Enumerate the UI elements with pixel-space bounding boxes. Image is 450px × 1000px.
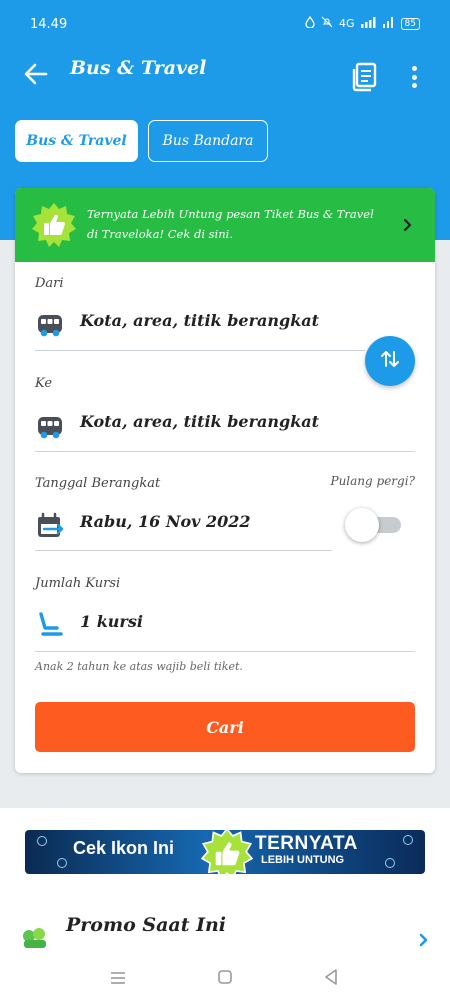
ad-decoration: [57, 858, 67, 868]
date-input[interactable]: Rabu, 16 Nov 2022: [80, 512, 251, 531]
drop-icon: [305, 15, 315, 31]
tab-bus-travel[interactable]: Bus & Travel: [15, 120, 138, 162]
more-vert-icon: [411, 66, 417, 71]
seats-label: Jumlah Kursi: [35, 576, 121, 591]
bus-icon: [35, 310, 65, 340]
back-button[interactable]: [22, 62, 50, 90]
battery-icon: 85: [400, 17, 420, 30]
chevron-right-icon: [401, 215, 415, 235]
status-time: 14.49: [30, 17, 68, 32]
status-icons: 4G 85: [305, 15, 420, 31]
return-trip-toggle[interactable]: [345, 508, 401, 542]
destination-divider: [35, 451, 415, 452]
date-label: Tanggal Berangkat: [35, 476, 161, 491]
calendar-icon: [35, 511, 65, 541]
ad-decoration: [37, 836, 47, 846]
ad-decoration: [403, 835, 413, 845]
search-button[interactable]: Cari: [35, 702, 415, 752]
mute-icon: [321, 16, 333, 31]
status-bar: 14.49 4G 85: [0, 0, 450, 40]
ad-right-text-line2: LEBIH UNTUNG: [261, 854, 345, 866]
ad-left-text: Cek Ikon Ini: [73, 838, 175, 858]
promo-icon: [20, 926, 50, 950]
date-divider: [35, 550, 332, 551]
origin-label: Dari: [35, 276, 64, 291]
child-ticket-note: Anak 2 tahun ke atas wajib beli tiket.: [35, 660, 243, 673]
search-card: Ternyata Lebih Untung pesan Tiket Bus & …: [15, 188, 435, 773]
signal-icon-2: [382, 16, 395, 31]
network-type-label: 4G: [339, 17, 355, 30]
my-bookings-button[interactable]: [352, 62, 380, 92]
promo-banner-text: Ternyata Lebih Untung pesan Tiket Bus & …: [87, 207, 374, 241]
triangle-back-icon: [323, 968, 339, 990]
tab-bus-bandara[interactable]: Bus Bandara: [148, 120, 268, 162]
menu-icon: [109, 970, 127, 989]
destination-input[interactable]: Kota, area, titik berangkat: [80, 412, 319, 431]
bookings-list-icon: [352, 62, 378, 96]
ad-right-text-line1: TERNYATA: [255, 833, 358, 854]
swap-icon: [379, 348, 401, 374]
promo-banner[interactable]: Ternyata Lebih Untung pesan Tiket Bus & …: [15, 188, 435, 262]
page-title: Bus & Travel: [70, 57, 207, 79]
square-icon: [217, 969, 233, 989]
toggle-thumb: [345, 508, 379, 542]
bottom-content: Cek Ikon Ini TERNYATA LEBIH UNTUNG Promo…: [0, 808, 450, 958]
ad-decoration: [385, 858, 395, 868]
signal-icon: [360, 16, 377, 31]
recent-apps-button[interactable]: [103, 964, 133, 994]
seats-input[interactable]: 1 kursi: [80, 612, 143, 631]
more-options-button[interactable]: [404, 62, 424, 92]
seat-icon: [35, 610, 65, 640]
seats-divider: [35, 651, 415, 652]
thumbs-up-badge-icon: [200, 830, 254, 874]
return-trip-label: Pulang pergi?: [330, 474, 416, 488]
swap-button[interactable]: [365, 336, 415, 386]
destination-label: Ke: [35, 376, 53, 391]
chevron-right-icon[interactable]: [418, 932, 430, 948]
origin-divider: [35, 350, 365, 351]
system-back-button[interactable]: [316, 964, 346, 994]
home-button[interactable]: [210, 964, 240, 994]
bus-icon: [35, 412, 65, 442]
origin-input[interactable]: Kota, area, titik berangkat: [80, 311, 319, 330]
ad-banner[interactable]: Cek Ikon Ini TERNYATA LEBIH UNTUNG: [25, 830, 425, 874]
back-arrow-icon: [24, 63, 48, 89]
thumbs-up-badge-icon: [31, 202, 77, 248]
promo-section-title: Promo Saat Ini: [66, 914, 227, 936]
system-nav-bar: [0, 958, 450, 1000]
